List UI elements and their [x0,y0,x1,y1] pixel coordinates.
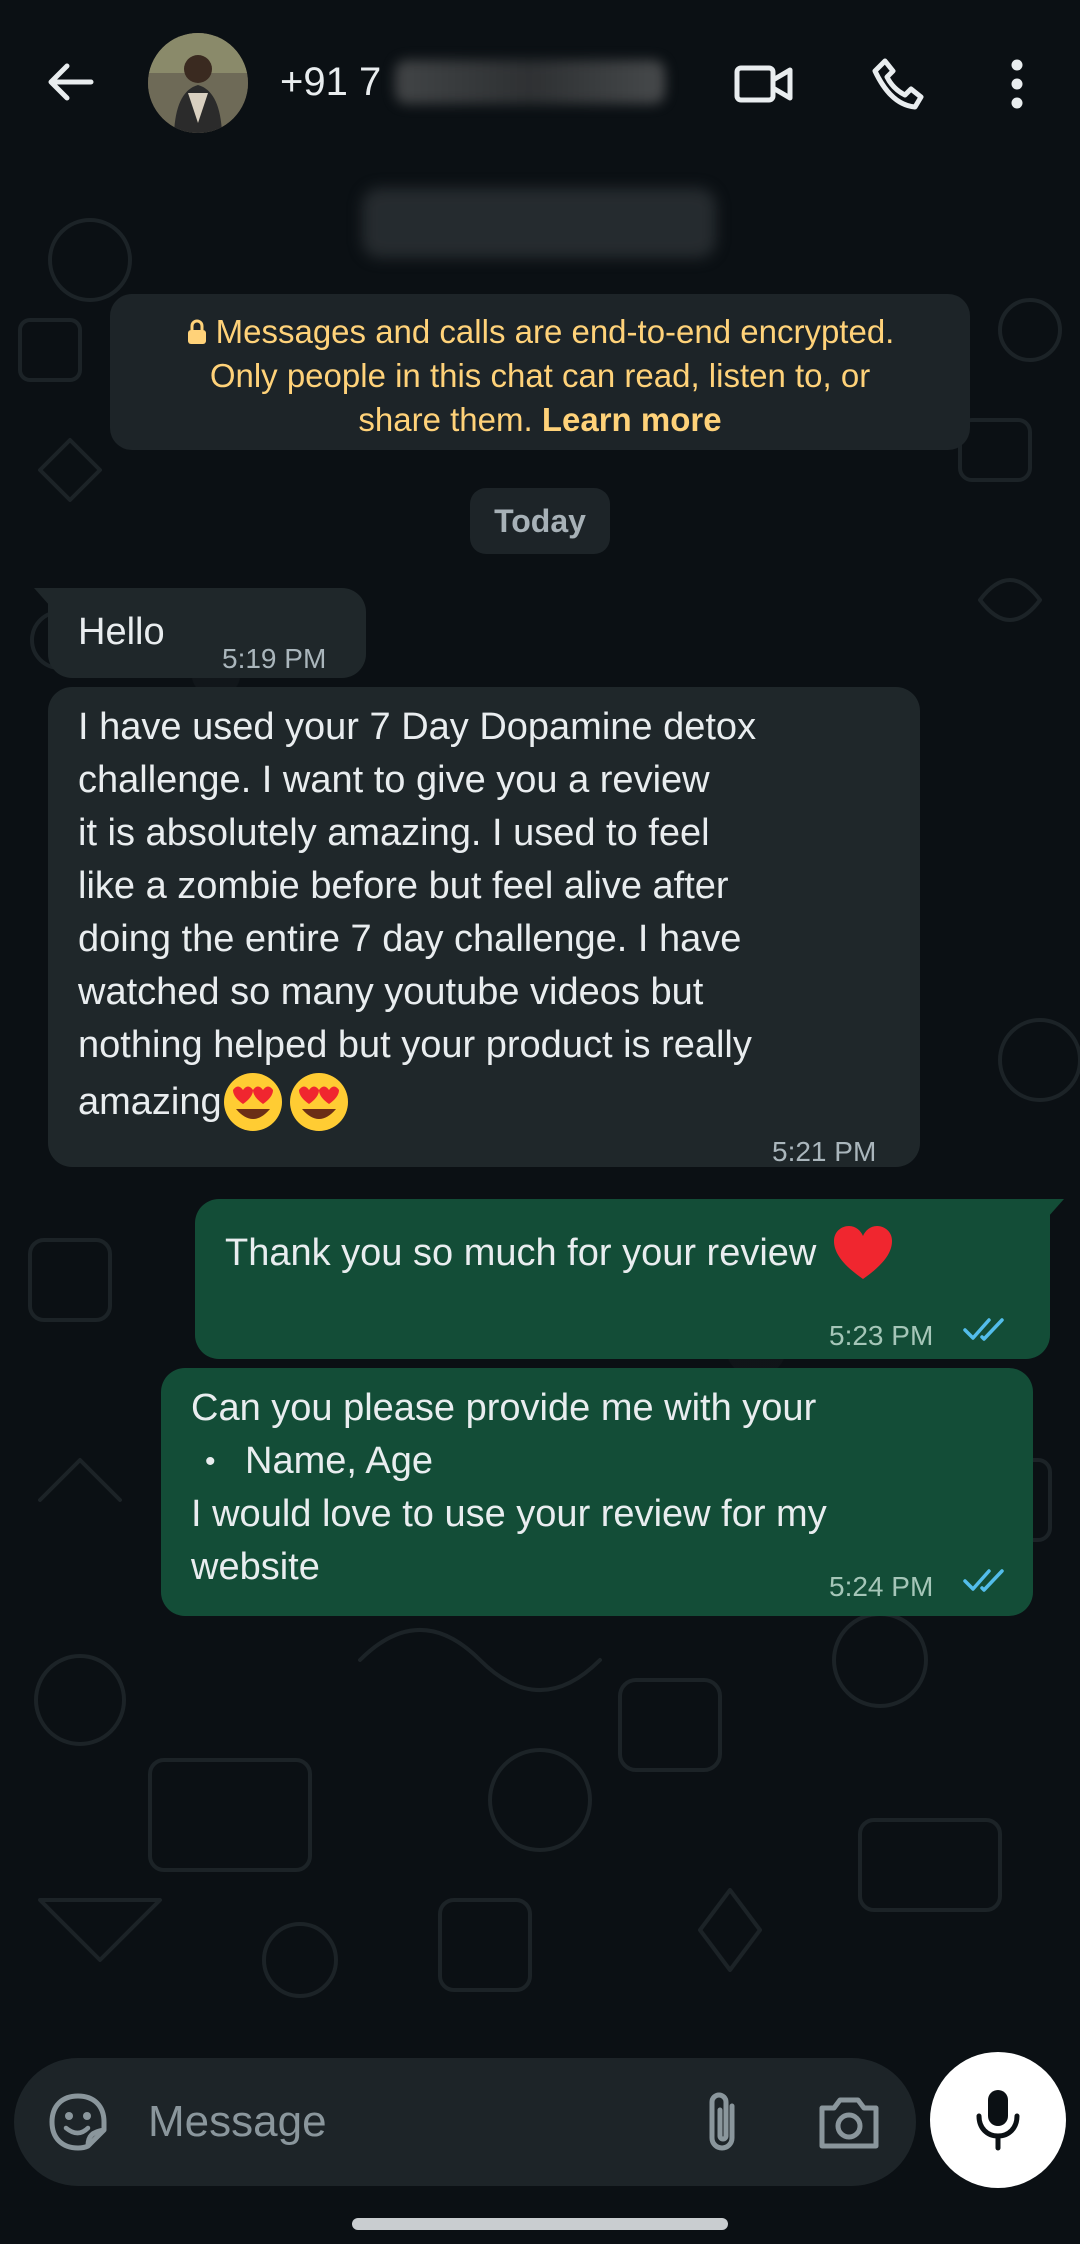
encryption-line-2: Only people in this chat can read, liste… [209,357,871,394]
message-time: 5:23 PM [829,1320,934,1351]
voice-call-button[interactable] [862,48,934,120]
date-divider: Today [470,488,610,554]
contact-number: +91 7 [280,60,382,104]
incoming-message[interactable]: Hello 5:19 PM [34,588,366,678]
more-options-button[interactable] [982,48,1052,120]
message-time: 5:19 PM [222,643,327,674]
contact-avatar[interactable] [148,33,248,133]
encryption-line-3: share them. [358,401,533,438]
message-line: nothing helped but your product is reall… [78,1024,752,1066]
voice-call-icon [872,58,924,110]
bullet-item: • Name, Age [191,1435,1009,1488]
home-indicator[interactable] [352,2218,728,2230]
message-composer: Message [14,2058,916,2186]
lock-icon [187,319,206,344]
bubble-tail [34,588,50,606]
message-line: amazing [78,1080,222,1123]
message-time: 5:21 PM [772,1136,877,1167]
bullet-marker: • [205,1445,216,1478]
red-heart-emoji [834,1226,893,1279]
video-call-button[interactable] [728,48,800,120]
back-button[interactable] [30,50,110,114]
outgoing-message[interactable]: Can you please provide me with your • Na… [161,1368,1033,1616]
attach-icon[interactable] [690,2088,760,2158]
redacted-system-message [362,188,716,258]
message-line: like a zombie before but feel alive afte… [78,865,729,907]
message-line: Name, Age [245,1440,433,1482]
message-line: it is absolutely amazing. I used to feel [78,812,710,854]
back-arrow-icon [48,63,94,101]
chat-header: +91 7 [0,0,1080,160]
message-line: doing the entire 7 day challenge. I have [78,918,742,960]
message-line: I would love to use your review for my [191,1493,827,1535]
mic-icon [976,2090,1020,2151]
message-input[interactable]: Message [148,2058,327,2186]
voice-message-button[interactable] [930,2052,1066,2188]
message-text: Hello [78,611,165,653]
bubble-tail [1048,1199,1064,1217]
message-line: challenge. I want to give you a review [78,759,710,801]
video-call-icon [734,65,793,103]
read-receipt-icon [963,1569,1004,1592]
heart-eyes-emoji [223,1073,348,1131]
outgoing-message[interactable]: Thank you so much for your review 5:23 P… [195,1199,1064,1359]
camera-icon[interactable] [814,2090,884,2156]
read-receipt-icon [963,1318,1004,1341]
encryption-notice[interactable]: Messages and calls are end-to-end encryp… [110,294,970,450]
message-text: Thank you so much for your review [225,1231,817,1274]
avatar-photo [148,33,248,133]
learn-more-link[interactable]: Learn more [542,401,722,438]
incoming-message[interactable]: I have used your 7 Day Dopamine detox ch… [48,687,920,1167]
contact-name[interactable]: +91 7 [280,52,666,112]
message-time: 5:24 PM [829,1571,934,1602]
more-options-icon [1011,59,1023,109]
message-line: watched so many youtube videos but [78,971,704,1013]
message-line: Can you please provide me with your [191,1387,817,1429]
redacted-number [395,60,666,104]
encryption-line-1: Messages and calls are end-to-end encryp… [215,313,895,350]
message-line: I have used your 7 Day Dopamine detox [78,706,757,748]
sticker-icon[interactable] [48,2092,108,2152]
